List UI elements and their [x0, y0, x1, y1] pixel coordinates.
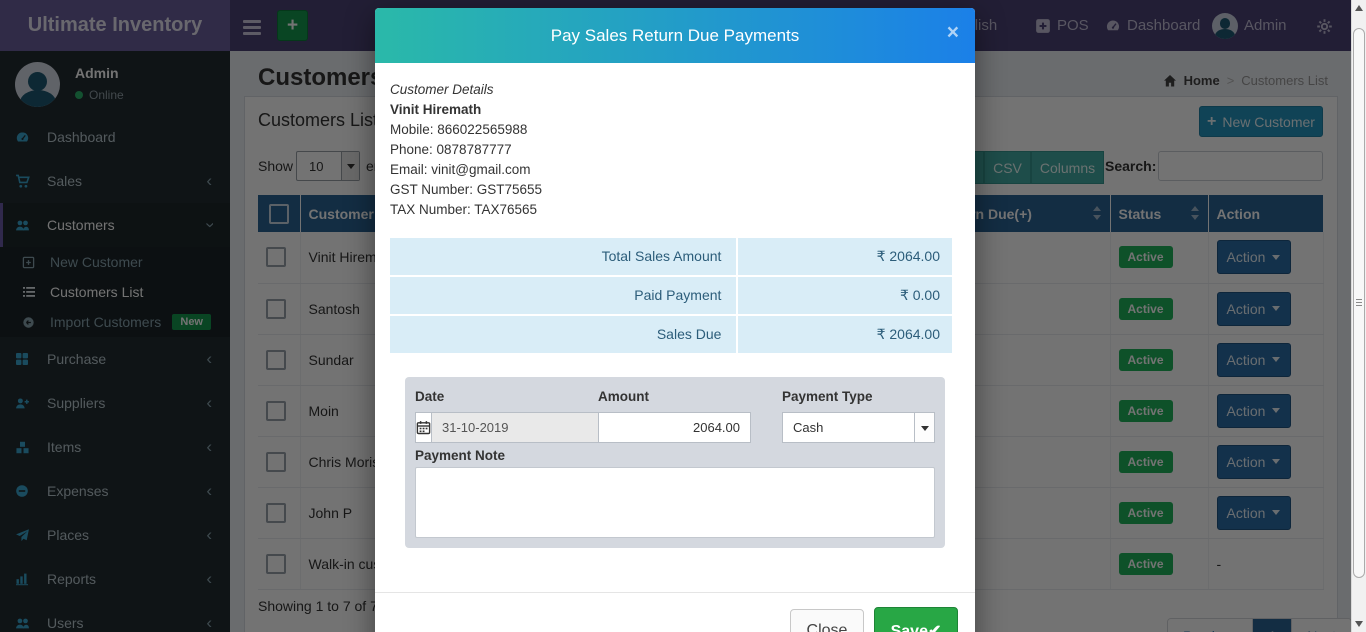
- payment-note-textarea[interactable]: [415, 467, 935, 538]
- scrollbar-grip: [1356, 297, 1362, 308]
- calendar-icon[interactable]: [415, 412, 431, 443]
- amount-row-paid: Paid Payment ₹ 0.00: [390, 277, 952, 314]
- close-button[interactable]: Close: [790, 609, 864, 632]
- amount-label: Amount: [598, 389, 649, 404]
- customer-name: Vinit Hiremath: [390, 100, 542, 120]
- customer-details: Customer Details Vinit Hiremath Mobile: …: [390, 80, 542, 220]
- customer-phone: Phone: 0878787777: [390, 140, 542, 160]
- save-button[interactable]: Save✔: [874, 607, 958, 632]
- scrollbar-thumb[interactable]: [1353, 28, 1365, 578]
- vertical-scrollbar[interactable]: [1351, 0, 1366, 632]
- amount-row-total: Total Sales Amount ₹ 2064.00: [390, 238, 952, 275]
- scroll-down-icon[interactable]: [1355, 621, 1363, 627]
- customer-tax: TAX Number: TAX76565: [390, 200, 542, 220]
- payment-type-label: Payment Type: [782, 389, 873, 404]
- customer-details-heading: Customer Details: [390, 80, 542, 100]
- caret-down-icon: [914, 413, 934, 442]
- amounts-table: Total Sales Amount ₹ 2064.00 Paid Paymen…: [390, 238, 952, 355]
- modal-header: Pay Sales Return Due Payments ×: [375, 8, 975, 63]
- amount-input[interactable]: [598, 412, 751, 443]
- check-icon: ✔: [928, 623, 941, 632]
- close-icon[interactable]: ×: [947, 22, 959, 43]
- customer-email: Email: vinit@gmail.com: [390, 160, 542, 180]
- customer-mobile: Mobile: 866022565988: [390, 120, 542, 140]
- date-label: Date: [415, 389, 444, 404]
- payment-type-select[interactable]: Cash: [782, 412, 935, 443]
- customer-gst: GST Number: GST75655: [390, 180, 542, 200]
- modal-footer: Close Save✔: [375, 592, 975, 632]
- date-picker: [415, 412, 567, 443]
- payment-type-value: Cash: [793, 420, 823, 435]
- scroll-up-icon[interactable]: [1355, 5, 1363, 11]
- amount-row-due: Sales Due ₹ 2064.00: [390, 316, 952, 353]
- modal-title: Pay Sales Return Due Payments: [375, 8, 975, 63]
- payment-form: Date Amount Payment Type Cash Payment No…: [405, 377, 945, 548]
- pay-sales-return-modal: Pay Sales Return Due Payments × Customer…: [375, 8, 975, 632]
- payment-note-label: Payment Note: [415, 448, 505, 463]
